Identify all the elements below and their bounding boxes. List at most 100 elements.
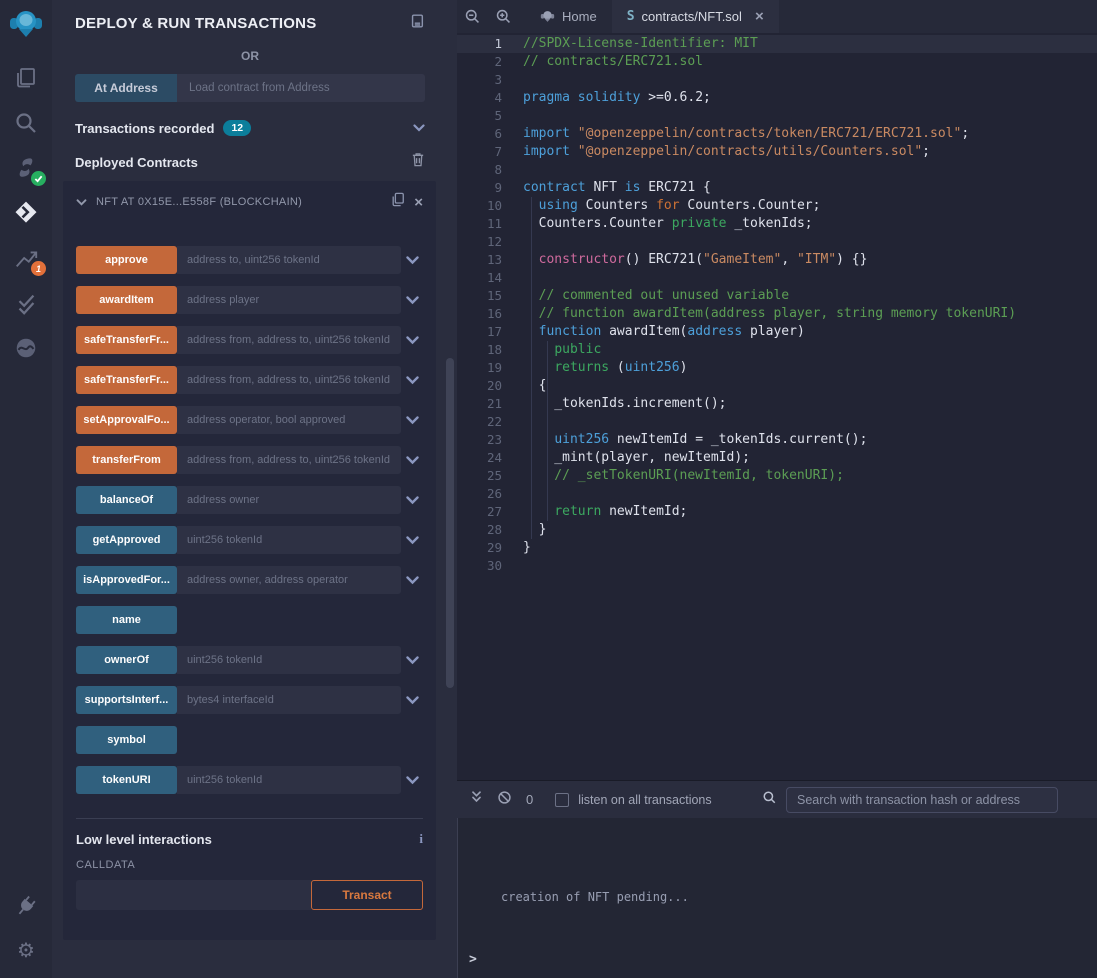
zoom-in-icon[interactable] — [488, 0, 519, 33]
at-address-button[interactable]: At Address — [75, 74, 177, 102]
function-args-input[interactable] — [177, 566, 401, 594]
trash-icon[interactable] — [411, 152, 425, 172]
expand-function-icon[interactable] — [401, 286, 423, 314]
contract-function-button[interactable]: ownerOf — [76, 646, 177, 674]
contract-function-button[interactable]: transferFrom — [76, 446, 177, 474]
contract-function-button[interactable]: approve — [76, 246, 177, 274]
contract-function-button[interactable]: supportsInterf... — [76, 686, 177, 714]
collapse-contract-icon[interactable] — [76, 193, 87, 211]
function-args-input[interactable] — [177, 446, 401, 474]
contract-function-button[interactable]: tokenURI — [76, 766, 177, 794]
terminal-prompt[interactable]: > — [469, 952, 477, 967]
expand-function-icon[interactable] — [401, 686, 423, 714]
expand-function-icon[interactable] — [401, 366, 423, 394]
code-line[interactable]: 29} — [457, 539, 1097, 557]
plugin-manager-icon[interactable] — [8, 888, 44, 924]
deploy-run-icon[interactable] — [8, 195, 44, 231]
code-editor[interactable]: 1//SPDX-License-Identifier: MIT2// contr… — [457, 33, 1097, 780]
expand-function-icon[interactable] — [401, 446, 423, 474]
code-line[interactable]: 11 Counters.Counter private _tokenIds; — [457, 215, 1097, 233]
info-icon[interactable]: i — [419, 831, 423, 847]
function-args-input[interactable] — [177, 326, 401, 354]
code-line[interactable]: 27 return newItemId; — [457, 503, 1097, 521]
contract-function-button[interactable]: safeTransferFr... — [76, 366, 177, 394]
remove-contract-icon[interactable]: × — [414, 194, 423, 211]
contract-function-button[interactable]: name — [76, 606, 177, 634]
expand-terminal-icon[interactable] — [470, 790, 483, 809]
listen-all-checkbox[interactable] — [555, 793, 569, 807]
expand-function-icon[interactable] — [401, 326, 423, 354]
terminal-output[interactable]: creation of NFT pending... > — [457, 818, 1097, 978]
function-args-input[interactable] — [177, 486, 401, 514]
unit-testing-icon[interactable] — [8, 285, 44, 321]
expand-function-icon[interactable] — [401, 486, 423, 514]
statistics-icon[interactable]: 1 — [8, 240, 44, 276]
panel-scrollbar-track[interactable] — [437, 0, 457, 978]
calldata-input[interactable] — [76, 880, 311, 910]
code-line[interactable]: 14 — [457, 269, 1097, 287]
remix-logo-icon[interactable] — [8, 6, 44, 42]
code-line[interactable]: 1//SPDX-License-Identifier: MIT — [457, 35, 1097, 53]
function-args-input[interactable] — [177, 686, 401, 714]
contract-function-button[interactable]: isApprovedFor... — [76, 566, 177, 594]
code-line[interactable]: 16 // function awardItem(address player,… — [457, 305, 1097, 323]
code-line[interactable]: 21 _tokenIds.increment(); — [457, 395, 1097, 413]
code-line[interactable]: 26 — [457, 485, 1097, 503]
code-line[interactable]: 9contract NFT is ERC721 { — [457, 179, 1097, 197]
code-line[interactable]: 15 // commented out unused variable — [457, 287, 1097, 305]
code-line[interactable]: 10 using Counters for Counters.Counter; — [457, 197, 1097, 215]
function-args-input[interactable] — [177, 766, 401, 794]
solidity-compiler-icon[interactable] — [8, 150, 44, 186]
code-line[interactable]: 2// contracts/ERC721.sol — [457, 53, 1097, 71]
chevron-down-icon[interactable] — [413, 119, 425, 137]
code-line[interactable]: 20 { — [457, 377, 1097, 395]
file-explorer-icon[interactable] — [8, 60, 44, 96]
code-line[interactable]: 30 — [457, 557, 1097, 575]
code-line[interactable]: 4pragma solidity >=0.6.2; — [457, 89, 1097, 107]
clear-terminal-icon[interactable] — [497, 790, 512, 810]
code-line[interactable]: 8 — [457, 161, 1097, 179]
tab-nft-sol[interactable]: S contracts/NFT.sol × — [612, 0, 779, 33]
function-args-input[interactable] — [177, 246, 401, 274]
code-line[interactable]: 12 — [457, 233, 1097, 251]
expand-function-icon[interactable] — [401, 406, 423, 434]
code-line[interactable]: 5 — [457, 107, 1097, 125]
function-args-input[interactable] — [177, 406, 401, 434]
expand-function-icon[interactable] — [401, 766, 423, 794]
contract-function-button[interactable]: getApproved — [76, 526, 177, 554]
expand-function-icon[interactable] — [401, 646, 423, 674]
function-args-input[interactable] — [177, 646, 401, 674]
contract-function-button[interactable]: balanceOf — [76, 486, 177, 514]
transact-button[interactable]: Transact — [311, 880, 423, 910]
code-line[interactable]: 18 public — [457, 341, 1097, 359]
search-icon[interactable] — [8, 105, 44, 141]
code-line[interactable]: 22 — [457, 413, 1097, 431]
settings-gear-icon[interactable]: ⚙ — [8, 933, 44, 969]
panel-scrollbar-thumb[interactable] — [446, 358, 454, 688]
zoom-out-icon[interactable] — [457, 0, 488, 33]
terminal-search-input[interactable] — [786, 787, 1058, 813]
plugin-circle-icon[interactable] — [8, 330, 44, 366]
function-args-input[interactable] — [177, 526, 401, 554]
code-line[interactable]: 6import "@openzeppelin/contracts/token/E… — [457, 125, 1097, 143]
expand-function-icon[interactable] — [401, 526, 423, 554]
function-args-input[interactable] — [177, 286, 401, 314]
code-line[interactable]: 25 // _setTokenURI(newItemId, tokenURI); — [457, 467, 1097, 485]
code-line[interactable]: 24 _mint(player, newItemId); — [457, 449, 1097, 467]
code-line[interactable]: 7import "@openzeppelin/contracts/utils/C… — [457, 143, 1097, 161]
contract-function-button[interactable]: safeTransferFr... — [76, 326, 177, 354]
close-tab-icon[interactable]: × — [755, 8, 764, 25]
code-line[interactable]: 19 returns (uint256) — [457, 359, 1097, 377]
at-address-input[interactable] — [177, 74, 425, 102]
code-line[interactable]: 13 constructor() ERC721("GameItem", "ITM… — [457, 251, 1097, 269]
code-line[interactable]: 3 — [457, 71, 1097, 89]
contract-function-button[interactable]: symbol — [76, 726, 177, 754]
code-line[interactable]: 28 } — [457, 521, 1097, 539]
code-line[interactable]: 17 function awardItem(address player) — [457, 323, 1097, 341]
book-icon[interactable] — [409, 13, 425, 34]
function-args-input[interactable] — [177, 366, 401, 394]
expand-function-icon[interactable] — [401, 246, 423, 274]
contract-function-button[interactable]: setApprovalFo... — [76, 406, 177, 434]
copy-address-icon[interactable] — [391, 192, 405, 212]
code-line[interactable]: 23 uint256 newItemId = _tokenIds.current… — [457, 431, 1097, 449]
